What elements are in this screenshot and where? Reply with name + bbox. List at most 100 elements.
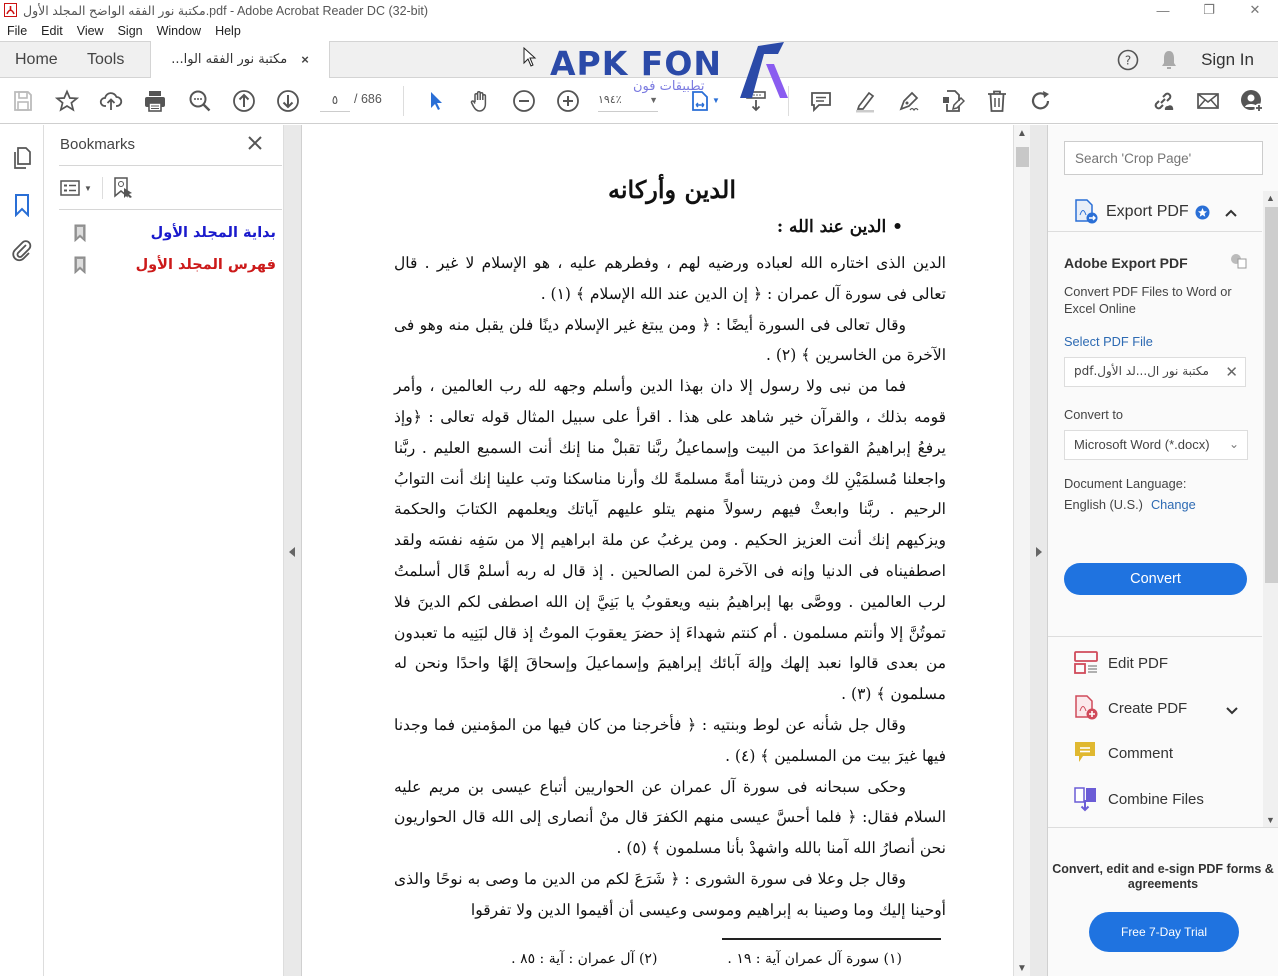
menu-sign[interactable]: Sign (111, 24, 150, 38)
document-paragraph: وقال جل وعلا فى سورة الشورى : ﴿ شَرَعَ ل… (394, 869, 946, 919)
tool-combine-files[interactable]: Combine Files (1074, 785, 1204, 813)
language-settings-icon[interactable] (1230, 253, 1248, 274)
export-pdf-header[interactable]: Export PDF (1074, 197, 1210, 227)
collapse-right-panel-strip[interactable] (1030, 125, 1048, 976)
sign-pen-icon[interactable] (896, 88, 922, 114)
divider (59, 165, 282, 166)
tools-pane-scrollbar[interactable]: ▲ ▼ (1263, 191, 1278, 827)
attachments-paperclip-icon[interactable] (9, 238, 35, 264)
tab-document[interactable]: مكتبة نور الفقه الوا... × (150, 41, 330, 78)
bookmarks-title: Bookmarks (60, 136, 136, 153)
combine-files-icon (1074, 786, 1098, 812)
scroll-up-arrow-icon[interactable]: ▲ (1017, 128, 1027, 139)
fit-page-icon[interactable] (687, 88, 713, 114)
scroll-down-arrow-icon[interactable]: ▼ (1017, 963, 1027, 974)
selected-file-field[interactable]: مكتبة نور ال...لد الأول.pdf ✕ (1064, 357, 1246, 387)
chevron-down-icon[interactable] (1225, 703, 1239, 721)
page-total: / 686 (354, 92, 382, 106)
toolbar-separator (788, 86, 789, 116)
acrobat-app-icon (3, 3, 17, 17)
find-icon[interactable] (187, 88, 213, 114)
page-number-input[interactable]: ٥ (320, 90, 350, 112)
highlight-icon[interactable] (852, 88, 878, 114)
free-trial-button[interactable]: Free 7-Day Trial (1089, 912, 1239, 952)
collapse-left-arrow-icon[interactable] (289, 547, 295, 557)
toolbar-separator (101, 177, 103, 199)
tool-label: Edit PDF (1108, 654, 1169, 672)
menu-window[interactable]: Window (150, 24, 208, 38)
footnotes: (١) سورة آل عمران آية : ١٩ . (٢) آل عمرا… (452, 951, 902, 967)
document-paragraph: فما من نبى ولا رسول إلا دان بهذا الدين و… (394, 377, 946, 704)
zoom-out-icon[interactable] (511, 88, 537, 114)
page-down-icon[interactable] (275, 88, 301, 114)
page-up-icon[interactable] (231, 88, 257, 114)
select-arrow-icon[interactable] (423, 88, 449, 114)
convert-to-value: Microsoft Word (*.docx) (1074, 437, 1210, 452)
document-heading: الدين وأركانه (607, 175, 736, 204)
menu-edit[interactable]: Edit (34, 24, 70, 38)
trash-icon[interactable] (984, 88, 1010, 114)
sign-in-button[interactable]: Sign In (1201, 50, 1254, 70)
bookmarks-panel: Bookmarks ▼ بداية المجلد الأول فهرس المج… (44, 125, 284, 976)
menu-view[interactable]: View (70, 24, 111, 38)
document-scrollbar[interactable]: ▲ ▼ (1013, 125, 1030, 976)
zoom-level-dropdown[interactable]: ١٩٤٪ ▼ (598, 90, 658, 112)
upload-cloud-icon[interactable] (98, 88, 124, 114)
save-icon[interactable] (10, 88, 36, 114)
tools-search-input[interactable] (1064, 141, 1263, 175)
tool-edit-pdf[interactable]: Edit PDF (1074, 649, 1168, 677)
menu-help[interactable]: Help (208, 24, 248, 38)
tab-bar: Home Tools مكتبة نور الفقه الوا... × ? S… (0, 41, 1278, 78)
menu-file[interactable]: File (0, 24, 34, 38)
scroll-up-arrow-icon[interactable]: ▲ (1266, 193, 1275, 203)
convert-button[interactable]: Convert (1064, 563, 1247, 595)
scroll-down-arrow-icon[interactable]: ▼ (1266, 815, 1275, 825)
chevron-down-icon: ▼ (84, 183, 92, 193)
page-thumbnails-icon[interactable] (9, 145, 35, 171)
edit-page-icon[interactable] (940, 88, 966, 114)
bookmark-item[interactable]: فهرس المجلد الأول (74, 254, 276, 276)
bookmark-item[interactable]: بداية المجلد الأول (74, 222, 276, 244)
promo-text: Convert, edit and e-sign PDF forms & agr… (1052, 862, 1274, 891)
bookmark-options-icon[interactable]: ▼ (60, 180, 92, 196)
bookmark-star-icon[interactable] (54, 88, 80, 114)
bookmarks-panel-icon[interactable] (9, 192, 35, 218)
pdf-page: الدين وأركانه • الدين عند الله : الدين ا… (302, 125, 1013, 976)
fit-page-dropdown-arrow[interactable]: ▼ (712, 96, 720, 105)
scrollbar-thumb[interactable] (1265, 207, 1278, 583)
close-panel-icon[interactable] (246, 134, 264, 152)
notifications-bell-icon[interactable] (1159, 49, 1179, 71)
close-window-button[interactable]: ✕ (1232, 0, 1278, 20)
help-icon[interactable]: ? (1117, 49, 1139, 71)
print-icon[interactable] (142, 88, 168, 114)
comment-icon[interactable] (808, 88, 834, 114)
share-link-icon[interactable] (1150, 88, 1176, 114)
change-language-link[interactable]: Change (1151, 497, 1196, 512)
tab-tools[interactable]: Tools (87, 42, 124, 78)
restore-button[interactable]: ❐ (1186, 0, 1232, 20)
hand-icon[interactable] (467, 88, 493, 114)
zoom-in-icon[interactable] (555, 88, 581, 114)
tab-home[interactable]: Home (15, 42, 58, 78)
scroll-mode-icon[interactable] (743, 88, 769, 114)
clear-file-icon[interactable]: ✕ (1225, 363, 1238, 381)
tool-comment[interactable]: Comment (1074, 739, 1173, 767)
comment-tool-icon (1074, 740, 1098, 766)
tool-create-pdf[interactable]: Create PDF (1074, 694, 1187, 722)
close-tab-button[interactable]: × (301, 52, 309, 67)
convert-to-select[interactable]: Microsoft Word (*.docx) ⌄ (1064, 430, 1248, 460)
email-icon[interactable] (1195, 88, 1221, 114)
chevron-up-icon[interactable] (1224, 205, 1238, 219)
new-bookmark-icon[interactable] (113, 177, 133, 199)
add-user-icon[interactable] (1239, 88, 1265, 114)
minimize-button[interactable]: — (1140, 0, 1186, 20)
create-pdf-icon (1074, 695, 1098, 721)
document-viewport[interactable]: الدين وأركانه • الدين عند الله : الدين ا… (302, 125, 1013, 976)
document-language-value: English (U.S.) (1064, 497, 1143, 512)
collapse-right-arrow-icon[interactable] (1036, 547, 1042, 557)
select-pdf-file-label[interactable]: Select PDF File (1064, 334, 1153, 349)
document-paragraph: الدين الذى اختاره الله لعباده ورضيه لهم … (394, 254, 946, 303)
rotate-icon[interactable] (1028, 88, 1054, 114)
collapse-left-panel-strip[interactable] (284, 125, 302, 976)
scrollbar-thumb[interactable] (1016, 147, 1029, 167)
